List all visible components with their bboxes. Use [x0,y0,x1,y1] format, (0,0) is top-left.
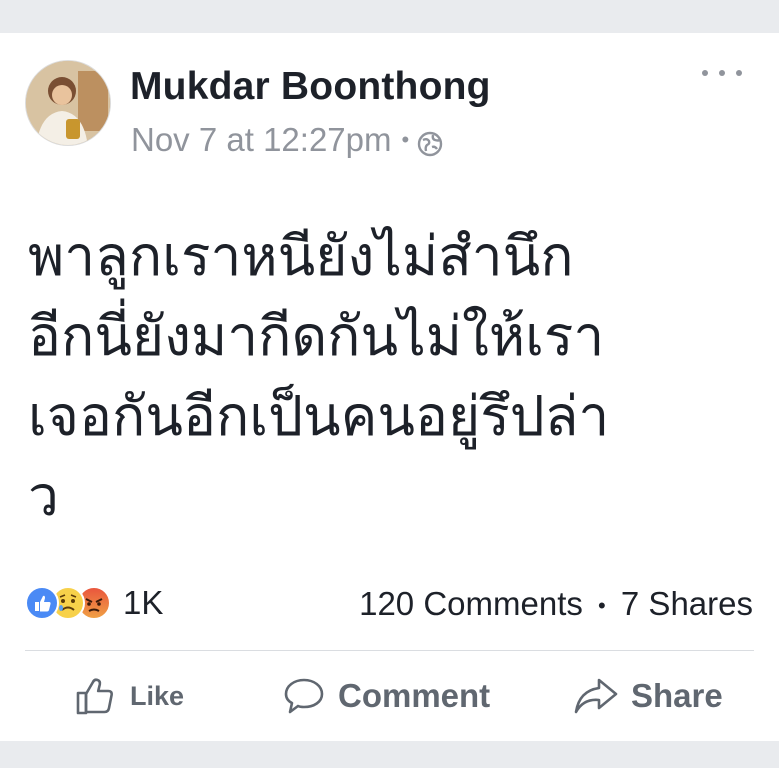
post-timestamp[interactable]: Nov 7 at 12:27pm [131,121,392,159]
comments-count-link[interactable]: 120 Comments [359,585,583,622]
engagement-summary: 120 Comments • 7 Shares [359,585,753,623]
comment-bubble-icon [284,678,324,714]
comment-button-label: Comment [338,677,491,714]
post-text-line: พาลูกเราหนียังไม่สำนึก [28,224,574,288]
share-arrow-icon [574,678,618,714]
comment-button[interactable]: Comment [282,673,490,719]
like-button-label: Like [130,680,185,711]
meta-separator: • [401,127,410,152]
author-avatar[interactable] [25,60,111,146]
like-button[interactable]: Like [74,673,184,719]
divider [25,650,754,651]
shares-count-link[interactable]: 7 Shares [621,585,753,622]
engagement-separator: • [598,593,606,619]
like-reaction-icon [25,586,59,620]
share-button[interactable]: Share [573,673,723,719]
post-text: พาลูกเราหนียังไม่สำนึก อีกนี่ยังมากีดกัน… [28,216,756,536]
thumbs-up-icon [76,678,113,715]
post-meta: Nov 7 at 12:27pm • [131,121,443,159]
post-card: Mukdar Boonthong Nov 7 at 12:27pm • พาลู… [0,33,779,741]
reactions-summary[interactable]: 1K [25,584,164,621]
globe-icon[interactable] [417,127,443,157]
more-options-icon[interactable] [702,61,742,85]
post-text-line: เจอกันอีกเป็นคนอยู่รึปล่า [28,384,610,448]
post-text-line: อีกนี่ยังมากีดกันไม่ให้เรา [28,304,605,368]
post-actions-bar: Like Comment Share [0,673,779,719]
share-button-label: Share [631,677,723,714]
author-name[interactable]: Mukdar Boonthong [130,65,491,109]
reaction-count: 1K [123,584,164,621]
post-text-line: ว [28,464,59,528]
